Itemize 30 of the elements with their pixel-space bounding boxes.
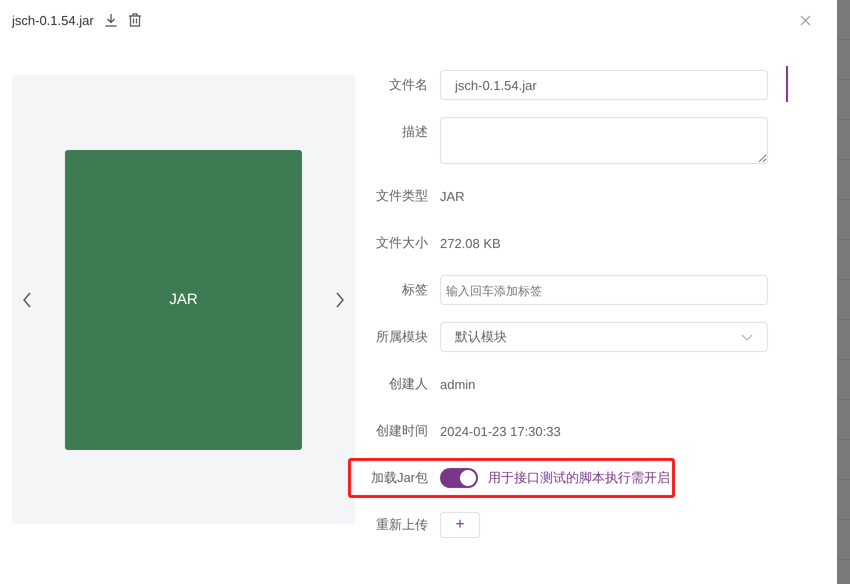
field-value: 2024-01-23 17:30:33	[440, 424, 561, 438]
chevron-left-icon[interactable]	[22, 292, 32, 308]
dialog-title: jsch-0.1.54.jar	[12, 12, 94, 28]
field-value: JAR	[440, 188, 465, 204]
chevron-down-icon	[741, 334, 753, 340]
field-label: 创建人	[388, 375, 428, 393]
hint-text: 用于接口测试的脚本执行需开启	[488, 469, 670, 487]
scroll-indicator	[786, 66, 788, 102]
field-label: 文件类型	[375, 187, 428, 205]
close-icon[interactable]	[800, 14, 811, 26]
toggle-switch[interactable]	[440, 468, 478, 488]
field-label: 文件名	[388, 76, 428, 94]
upload-button[interactable]: +	[440, 512, 480, 538]
field-label: 文件大小	[375, 234, 428, 252]
field-label: 描述	[401, 123, 428, 141]
field-label: 所属模块	[375, 328, 428, 346]
trash-icon[interactable]	[128, 13, 142, 27]
download-icon[interactable]	[104, 13, 118, 27]
card-text: JAR	[169, 291, 198, 308]
field-value: 272.08 KB	[440, 236, 501, 250]
field-label: 标签	[401, 281, 428, 299]
filename-input[interactable]: jsch-0.1.54.jar	[440, 70, 768, 100]
field-label: 创建时间	[375, 422, 428, 440]
module-select[interactable]: 默认模块	[440, 322, 768, 352]
description-field[interactable]	[440, 117, 768, 164]
tag-input[interactable]: 输入回车添加标签	[440, 275, 768, 305]
field-label: 重新上传	[375, 516, 428, 534]
field-label: 加载Jar包	[370, 469, 428, 487]
field-value: admin	[440, 376, 476, 392]
chevron-right-icon[interactable]	[335, 292, 345, 308]
